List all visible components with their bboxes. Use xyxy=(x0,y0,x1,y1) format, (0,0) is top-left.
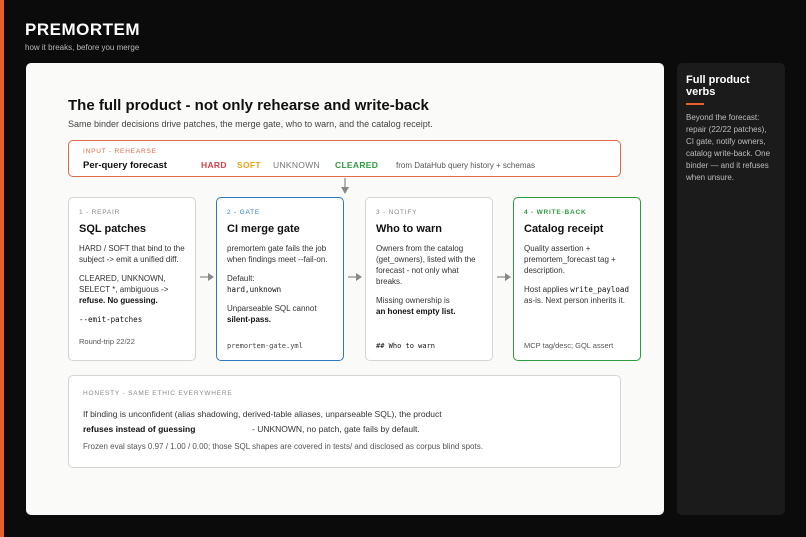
chip-hard: HARD xyxy=(201,160,227,170)
brand-subtitle: how it breaks, before you merge xyxy=(25,43,140,52)
arrow-right-icon xyxy=(200,273,214,281)
honesty-line: If binding is unconfident (alias shadowi… xyxy=(83,409,442,419)
chip-unknown: UNKNOWN xyxy=(273,160,320,170)
card-text-plain: Unparseable SQL cannot xyxy=(227,304,317,313)
honesty-line: - UNKNOWN, no patch, gate fails by defau… xyxy=(252,424,420,434)
input-rehearse-box: INPUT - REHEARSE Per-query forecast HARD… xyxy=(68,140,621,177)
card-text: Host applies write_payload as-is. Next p… xyxy=(524,284,630,306)
card-footer: premortem-gate.yml xyxy=(227,342,303,350)
slide-subtitle: Same binder decisions drive patches, the… xyxy=(68,119,433,129)
card-gate: 2 - GATE CI merge gate premortem gate fa… xyxy=(216,197,344,361)
card-text-plain: CLEARED, UNKNOWN, SELECT *, ambiguous -> xyxy=(79,274,169,294)
sidebar-title: Full product verbs xyxy=(686,74,750,98)
card-title: Who to warn xyxy=(376,223,442,235)
honesty-tag: HONESTY - SAME ETHIC EVERYWHERE xyxy=(83,390,233,397)
card-footer: MCP tag/desc; GQL assert xyxy=(524,341,614,350)
arrow-right-icon xyxy=(348,273,362,281)
card-text-bold: silent-pass. xyxy=(227,315,272,324)
card-tag: 2 - GATE xyxy=(227,209,261,216)
card-repair: 1 - REPAIR SQL patches HARD / SOFT that … xyxy=(68,197,196,361)
card-writeback: 4 - WRITE-BACK Catalog receipt Quality a… xyxy=(513,197,641,361)
card-text: HARD / SOFT that bind to the subject -> … xyxy=(79,244,185,264)
slide-panel: The full product - not only rehearse and… xyxy=(26,63,664,515)
card-code: --emit-patches xyxy=(79,315,143,324)
card-code: write_payload xyxy=(570,285,629,294)
chip-soft: SOFT xyxy=(237,160,261,170)
card-title: Catalog receipt xyxy=(524,223,604,235)
input-name: Per-query forecast xyxy=(83,160,167,171)
card-code: hard,unknown xyxy=(227,285,282,294)
card-footer: ## Who to warn xyxy=(376,342,436,350)
slide-title: The full product - not only rehearse and… xyxy=(68,97,429,114)
honesty-emphasis: refuses instead of guessing xyxy=(83,424,196,434)
card-tag: 4 - WRITE-BACK xyxy=(524,209,587,216)
card-notify: 3 - NOTIFY Who to warn Owners from the c… xyxy=(365,197,493,361)
honesty-footnote: Frozen eval stays 0.97 / 1.00 / 0.00; th… xyxy=(83,442,483,451)
card-tag: 1 - REPAIR xyxy=(79,209,121,216)
arrow-down-icon xyxy=(341,178,349,194)
arrow-right-icon xyxy=(497,273,511,281)
card-text-bold: an honest empty list. xyxy=(376,307,456,316)
left-accent-bar xyxy=(0,0,4,537)
card-text: Quality assertion + premortem_forecast t… xyxy=(524,244,616,275)
card-text: CLEARED, UNKNOWN, SELECT *, ambiguous ->… xyxy=(79,273,185,306)
card-text-bold: refuse. No guessing. xyxy=(79,296,158,305)
honesty-box: HONESTY - SAME ETHIC EVERYWHERE If bindi… xyxy=(68,375,621,468)
card-title: CI merge gate xyxy=(227,223,300,235)
chip-cleared: CLEARED xyxy=(335,160,379,170)
card-text-plain: Missing ownership is xyxy=(376,296,450,305)
card-text-plain: as-is. Next person inherits it. xyxy=(524,296,625,305)
card-text-plain: Host applies xyxy=(524,285,569,294)
card-text: Unparseable SQL cannot silent-pass. xyxy=(227,303,333,325)
sidebar-panel: Full product verbs Beyond the forecast: … xyxy=(677,63,785,515)
card-text: Default: hard,unknown xyxy=(227,273,333,295)
brand-header: PREMORTEM how it breaks, before you merg… xyxy=(25,20,140,52)
card-text: Owners from the catalog (get_owners), li… xyxy=(376,244,476,286)
sidebar-text: Beyond the forecast: repair (22/22 patch… xyxy=(686,113,771,182)
brand-title: PREMORTEM xyxy=(25,20,140,39)
card-text-label: Default: xyxy=(227,274,255,283)
card-footer: Round-trip 22/22 xyxy=(79,337,135,346)
card-tag: 3 - NOTIFY xyxy=(376,209,418,216)
sidebar-accent-rule xyxy=(686,103,704,105)
input-source: from DataHub query history + schemas xyxy=(396,161,535,170)
card-text: Missing ownership is an honest empty lis… xyxy=(376,295,482,317)
card-text: premortem gate fails the job when findin… xyxy=(227,244,328,264)
card-title: SQL patches xyxy=(79,223,147,235)
input-tag: INPUT - REHEARSE xyxy=(83,148,157,155)
